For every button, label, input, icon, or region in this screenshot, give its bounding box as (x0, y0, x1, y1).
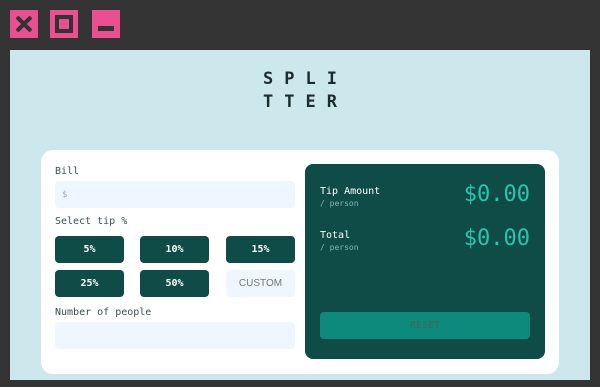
tip-amount-per-person: / person (320, 199, 359, 208)
tip-50-button[interactable]: 50% (140, 270, 209, 297)
dollar-icon: $ (62, 190, 68, 200)
bill-label: Bill (55, 166, 80, 177)
total-per-person: / person (320, 243, 359, 252)
total-label: Total (320, 230, 351, 241)
close-button[interactable] (10, 10, 38, 38)
total-value: $0.00 (463, 226, 530, 251)
results-panel: Tip Amount / person $0.00 Total / person… (305, 164, 545, 359)
calculator-card: Bill $ Select tip % 5% 10% 15% 25% 50% N… (41, 150, 559, 374)
tip-5-button[interactable]: 5% (55, 236, 124, 263)
window-titlebar (0, 0, 600, 48)
tip-amount-value: $0.00 (463, 182, 530, 207)
app-page: SPLI TTER Bill $ Select tip % 5% 10% 15%… (10, 50, 590, 380)
people-input[interactable] (55, 322, 295, 349)
tip-25-button[interactable]: 25% (55, 270, 124, 297)
maximize-icon (55, 15, 73, 33)
tip-amount-label: Tip Amount (320, 186, 381, 197)
logo-line-2: TTER (263, 92, 348, 112)
people-label: Number of people (55, 307, 152, 318)
app-logo: SPLI TTER (10, 68, 590, 114)
logo-line-1: SPLI (263, 69, 348, 89)
close-icon (15, 15, 33, 33)
bill-input[interactable] (55, 181, 295, 208)
tip-10-button[interactable]: 10% (140, 236, 209, 263)
maximize-button[interactable] (50, 10, 78, 38)
reset-button[interactable]: RESET (320, 312, 530, 339)
select-tip-label: Select tip % (55, 216, 128, 227)
minimize-button[interactable] (92, 10, 120, 38)
minimize-icon (98, 26, 114, 31)
tip-15-button[interactable]: 15% (226, 236, 295, 263)
custom-tip-input[interactable] (226, 270, 295, 297)
